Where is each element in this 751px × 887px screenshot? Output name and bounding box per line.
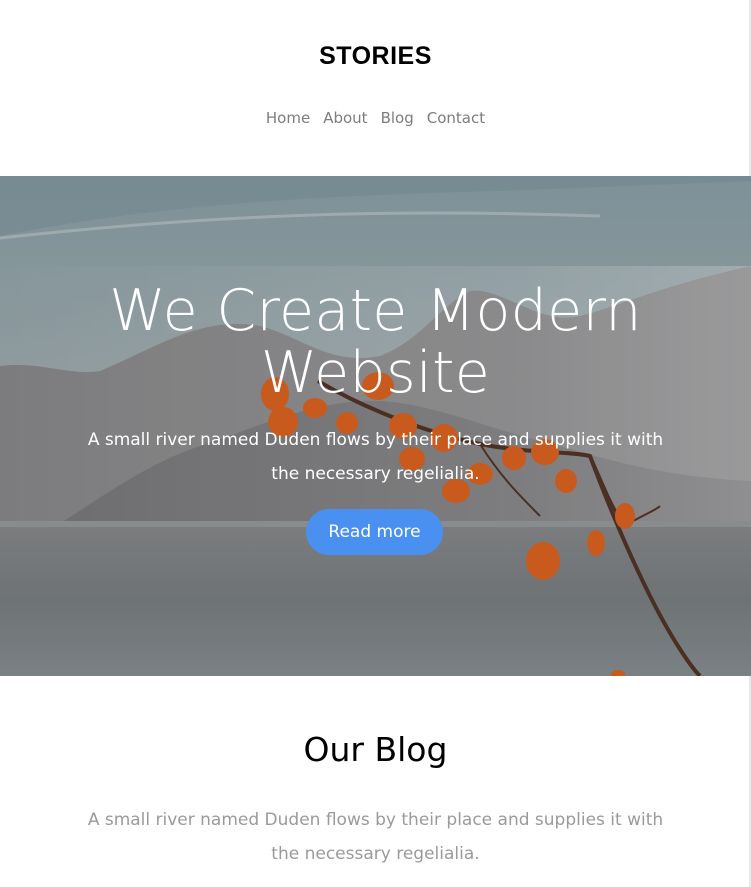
blog-title: Our Blog [303, 730, 448, 769]
nav-item-home[interactable]: Home [266, 109, 310, 127]
blog-subtitle: A small river named Duden flows by their… [87, 810, 664, 864]
hero-section: We Create Modern Website A small river n… [0, 176, 751, 676]
hero-subtitle: A small river named Duden flows by their… [87, 430, 664, 484]
hero-title: We Create Modern Website [0, 280, 751, 404]
blog-section: Our Blog A small river named Duden flows… [0, 676, 751, 871]
main-nav: Home About Blog Contact [0, 109, 751, 127]
nav-item-contact[interactable]: Contact [427, 109, 485, 127]
read-more-button[interactable]: Read more [306, 509, 443, 555]
site-logo[interactable]: STORIES [0, 0, 751, 71]
hero-title-line-2: Website [260, 340, 491, 406]
nav-item-about[interactable]: About [323, 109, 367, 127]
hero-title-line-1: We Create Modern [109, 278, 642, 344]
hero-content: We Create Modern Website A small river n… [0, 176, 751, 676]
nav-item-blog[interactable]: Blog [381, 109, 414, 127]
site-header: STORIES Home About Blog Contact [0, 0, 751, 176]
